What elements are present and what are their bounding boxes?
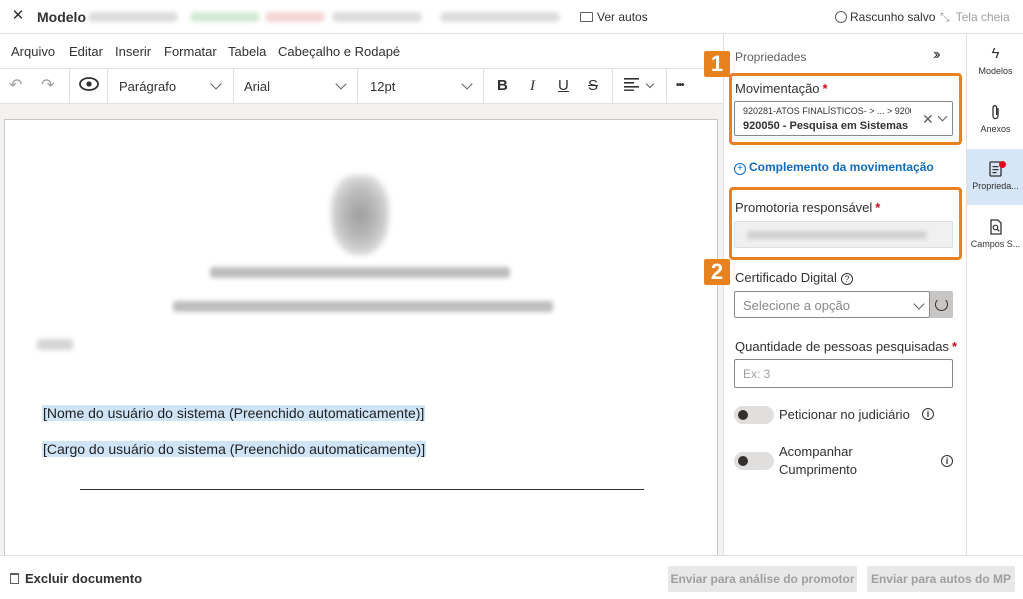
complemento-link[interactable]: + Complemento da movimentação [734, 160, 934, 175]
quantidade-input[interactable] [735, 360, 952, 387]
menu-arquivo[interactable]: Arquivo [11, 44, 55, 59]
underline-button[interactable]: U [558, 77, 569, 95]
bottom-bar: Excluir documento Enviar para análise do… [0, 555, 1023, 599]
add-circle-icon: + [734, 163, 746, 175]
acompanhar-toggle[interactable] [734, 452, 774, 470]
italic-button[interactable]: I [530, 77, 535, 95]
info-icon[interactable]: i [941, 455, 953, 467]
blurred-header-line [210, 267, 510, 278]
blurred-text [37, 339, 73, 350]
collapse-arrows-icon: ⤡ [940, 10, 950, 24]
collapse-panel-icon[interactable]: ›› [933, 46, 940, 64]
check-circle-icon [835, 11, 847, 23]
help-icon[interactable]: ? [840, 273, 853, 285]
redacted-info [440, 12, 560, 22]
fullscreen-button[interactable]: ⤡ Tela cheia [940, 10, 1010, 25]
user-name-placeholder[interactable]: [Nome do usuário do sistema (Preenchido … [42, 405, 426, 421]
redacted-info [332, 12, 422, 22]
peticionar-label: Peticionar no judiciário [779, 407, 910, 422]
blurred-seal-image [331, 175, 389, 255]
rail-item-modelos[interactable]: ϟ Modelos [967, 34, 1023, 90]
menu-formatar[interactable]: Formatar [164, 44, 217, 59]
quantidade-field-wrapper [734, 359, 953, 388]
redacted-info [190, 12, 260, 22]
close-icon[interactable]: ✕ [10, 8, 26, 24]
redacted-info [88, 12, 178, 22]
strikethrough-button[interactable]: S [588, 77, 598, 95]
font-family-select[interactable]: Arial [244, 79, 270, 94]
top-bar: ✕ Modelo Ver autos Rascunho salvo ⤡ Tela … [0, 0, 1023, 34]
rail-item-propriedades[interactable]: Proprieda... [967, 149, 1023, 205]
search-document-icon [967, 219, 1023, 235]
bold-button[interactable]: B [497, 77, 508, 95]
redo-icon[interactable]: ↷ [41, 77, 54, 95]
highlight-box-1 [729, 73, 962, 145]
menu-editar[interactable]: Editar [69, 44, 103, 59]
send-to-promotor-button[interactable]: Enviar para análise do promotor [668, 566, 857, 592]
step-badge-2: 2 [704, 259, 730, 285]
document-page[interactable]: [Nome do usuário do sistema (Preenchido … [4, 119, 718, 555]
editor-toolbar: ↶ ↷ Parágrafo Arial 12pt B I U S ••• [0, 68, 723, 104]
blurred-header-line [173, 301, 553, 312]
menu-cabecalho-rodape[interactable]: Cabeçalho e Rodapé [278, 44, 400, 59]
align-left-icon[interactable] [624, 77, 640, 96]
ver-autos-link[interactable]: Ver autos [580, 10, 648, 24]
acompanhar-label-line1: Acompanhar [779, 444, 853, 459]
chevron-down-icon [335, 78, 347, 90]
refresh-icon [935, 298, 948, 311]
user-role-placeholder[interactable]: [Cargo do usuário do sistema (Preenchido… [42, 441, 427, 457]
redacted-info [265, 12, 325, 22]
menu-inserir[interactable]: Inserir [115, 44, 151, 59]
refresh-button[interactable] [930, 291, 953, 318]
highlight-box-2 [729, 187, 962, 260]
properties-icon [967, 161, 1023, 177]
step-badge-1: 1 [704, 51, 730, 77]
font-size-select[interactable]: 12pt [370, 79, 395, 94]
document-canvas: [Nome do usuário do sistema (Preenchido … [0, 104, 723, 555]
certificado-label: Certificado Digital? [735, 270, 853, 285]
chevron-down-icon [913, 298, 925, 310]
page-title: Modelo [37, 9, 86, 25]
rail-item-campos[interactable]: Campos S... [967, 207, 1023, 263]
more-options-icon[interactable]: ••• [676, 77, 684, 95]
signature-line [80, 489, 644, 490]
preview-eye-icon[interactable] [77, 77, 101, 96]
chevron-down-icon [461, 78, 473, 90]
peticionar-toggle[interactable] [734, 406, 774, 424]
acompanhar-label-line2: Cumprimento [779, 462, 858, 477]
info-icon[interactable]: i [922, 408, 934, 420]
paperclip-icon [967, 104, 1023, 120]
send-to-autos-button[interactable]: Enviar para autos do MP [867, 566, 1015, 592]
properties-header: Propriedades [735, 50, 807, 64]
folder-icon [580, 12, 593, 22]
certificado-select[interactable]: Selecione a opção [734, 291, 930, 318]
quantidade-label: Quantidade de pessoas pesquisadas * [735, 339, 957, 354]
menu-bar: Arquivo Editar Inserir Formatar Tabela C… [0, 34, 723, 68]
notification-dot [999, 161, 1006, 168]
menu-tabela[interactable]: Tabela [228, 44, 266, 59]
delete-document-button[interactable]: Excluir documento [10, 571, 142, 586]
chevron-down-icon [210, 78, 222, 90]
undo-icon[interactable]: ↶ [9, 77, 22, 95]
trash-icon [10, 573, 19, 584]
right-rail: ϟ Modelos Anexos Proprieda... Campos S..… [966, 34, 1023, 555]
bolt-icon: ϟ [991, 45, 1000, 62]
chevron-down-icon [645, 79, 655, 89]
paragraph-style-select[interactable]: Parágrafo [119, 79, 176, 94]
rail-item-anexos[interactable]: Anexos [967, 92, 1023, 148]
draft-saved-status: Rascunho salvo [835, 10, 935, 24]
